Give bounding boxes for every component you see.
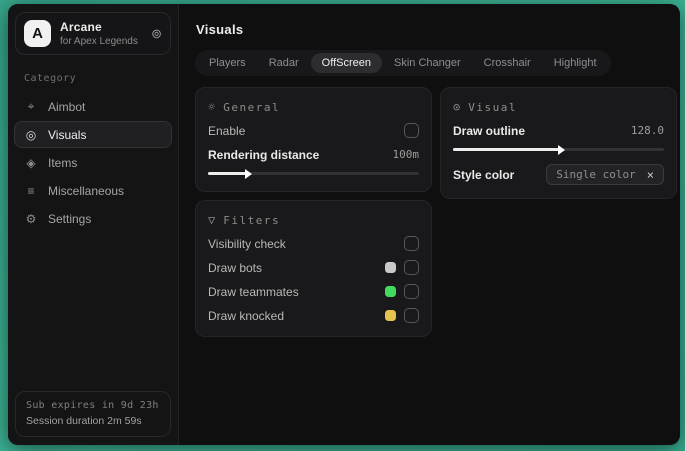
draw-teammates-label: Draw teammates <box>208 284 299 299</box>
app-logo: A <box>24 20 51 47</box>
draw-knocked-checkbox[interactable] <box>404 308 419 323</box>
app-title-block: Arcane for Apex Legends <box>60 20 138 47</box>
sidebar-item-visuals[interactable]: ◎ Visuals <box>14 121 172 148</box>
draw-teammates-color-swatch[interactable] <box>385 286 396 297</box>
tab-skin-changer[interactable]: Skin Changer <box>383 53 472 73</box>
app-header-card: A Arcane for Apex Legends ⊚ <box>15 12 171 55</box>
rendering-distance-value: 100m <box>392 148 420 161</box>
subscription-info-card: Sub expires in 9d 23h Session duration 2… <box>15 391 171 437</box>
funnel-icon: ▽ <box>208 213 216 227</box>
sidebar-item-label: Aimbot <box>48 99 86 114</box>
visibility-check-row: Visibility check <box>208 236 419 251</box>
enable-label: Enable <box>208 123 246 138</box>
draw-bots-checkbox[interactable] <box>404 260 419 275</box>
general-panel-title: General <box>223 100 281 114</box>
tab-bar: Players Radar OffScreen Skin Changer Cro… <box>195 50 611 76</box>
aimbot-icon: ⌖ <box>27 99 35 113</box>
draw-teammates-row: Draw teammates <box>208 284 419 299</box>
slider-fill[interactable] <box>208 172 246 175</box>
miscellaneous-icon: ≡ <box>27 183 35 198</box>
close-icon[interactable]: × <box>647 169 654 181</box>
panels-grid: ☼ General Enable Rendering distance 100m <box>195 87 677 337</box>
right-column: ⊙ Visual Draw outline 128.0 Style color … <box>440 87 677 199</box>
rendering-distance-row: Rendering distance 100m <box>208 147 419 162</box>
sidebar-item-label: Miscellaneous <box>48 183 125 198</box>
draw-outline-row: Draw outline 128.0 <box>453 123 664 138</box>
tab-highlight[interactable]: Highlight <box>543 53 608 73</box>
tab-radar[interactable]: Radar <box>258 53 310 73</box>
main-content: Visuals Players Radar OffScreen Skin Cha… <box>179 4 680 445</box>
filters-panel: ▽ Filters Visibility check Draw bots Dra… <box>195 200 432 337</box>
target-icon[interactable]: ⊚ <box>151 27 162 40</box>
visuals-icon: ◎ <box>25 127 37 142</box>
sidebar: A Arcane for Apex Legends ⊚ Category ⌖ A… <box>8 4 179 445</box>
session-duration-text: Session duration 2m 59s <box>26 415 142 427</box>
visibility-check-checkbox[interactable] <box>404 236 419 251</box>
draw-bots-label: Draw bots <box>208 260 263 275</box>
slider-fill[interactable] <box>453 148 559 151</box>
draw-knocked-row: Draw knocked <box>208 308 419 323</box>
app-window: A Arcane for Apex Legends ⊚ Category ⌖ A… <box>8 4 680 445</box>
style-color-row: Style color Single color × <box>453 164 664 185</box>
filters-panel-header: ▽ Filters <box>208 213 419 227</box>
gear-icon: ⚙ <box>25 211 37 226</box>
sidebar-item-label: Visuals <box>48 127 87 142</box>
app-subtitle: for Apex Legends <box>60 36 138 47</box>
left-column: ☼ General Enable Rendering distance 100m <box>195 87 432 337</box>
draw-outline-value: 128.0 <box>630 124 664 137</box>
tab-players[interactable]: Players <box>198 53 257 73</box>
sidebar-item-items[interactable]: ◈ Items <box>14 149 172 176</box>
items-icon: ◈ <box>26 155 36 170</box>
style-color-value: Single color <box>556 168 636 181</box>
rendering-distance-slider[interactable] <box>208 172 419 175</box>
eye-icon: ⊙ <box>453 100 461 114</box>
category-label: Category <box>24 73 77 84</box>
sidebar-item-label: Settings <box>48 211 92 226</box>
style-color-select[interactable]: Single color × <box>546 164 664 185</box>
draw-knocked-color-swatch[interactable] <box>385 310 396 321</box>
visual-panel-title: Visual <box>468 100 517 114</box>
rendering-distance-label: Rendering distance <box>208 147 320 162</box>
tab-offscreen[interactable]: OffScreen <box>310 53 382 73</box>
sidebar-item-settings[interactable]: ⚙ Settings <box>14 205 172 232</box>
general-panel-header: ☼ General <box>208 100 419 114</box>
sidebar-nav: ⌖ Aimbot ◎ Visuals ◈ Items ≡ Miscellaneo… <box>8 93 178 232</box>
app-name: Arcane <box>60 20 102 34</box>
draw-bots-row: Draw bots <box>208 260 419 275</box>
draw-teammates-checkbox[interactable] <box>404 284 419 299</box>
enable-row: Enable <box>208 123 419 138</box>
sub-expires-text: Sub expires in 9d 23h <box>26 400 159 411</box>
draw-outline-slider[interactable] <box>453 148 664 151</box>
style-color-label: Style color <box>453 167 515 182</box>
page-title: Visuals <box>196 22 244 37</box>
sidebar-item-label: Items <box>48 155 78 170</box>
draw-bots-color-swatch[interactable] <box>385 262 396 273</box>
draw-knocked-label: Draw knocked <box>208 308 285 323</box>
tab-crosshair[interactable]: Crosshair <box>473 53 542 73</box>
sidebar-item-aimbot[interactable]: ⌖ Aimbot <box>14 93 172 120</box>
sun-icon: ☼ <box>208 100 216 114</box>
visual-panel: ⊙ Visual Draw outline 128.0 Style color … <box>440 87 677 199</box>
general-panel: ☼ General Enable Rendering distance 100m <box>195 87 432 192</box>
filters-panel-title: Filters <box>223 213 281 227</box>
draw-outline-label: Draw outline <box>453 123 526 138</box>
visibility-check-label: Visibility check <box>208 236 286 251</box>
enable-checkbox[interactable] <box>404 123 419 138</box>
sidebar-item-miscellaneous[interactable]: ≡ Miscellaneous <box>14 177 172 204</box>
visual-panel-header: ⊙ Visual <box>453 100 664 114</box>
